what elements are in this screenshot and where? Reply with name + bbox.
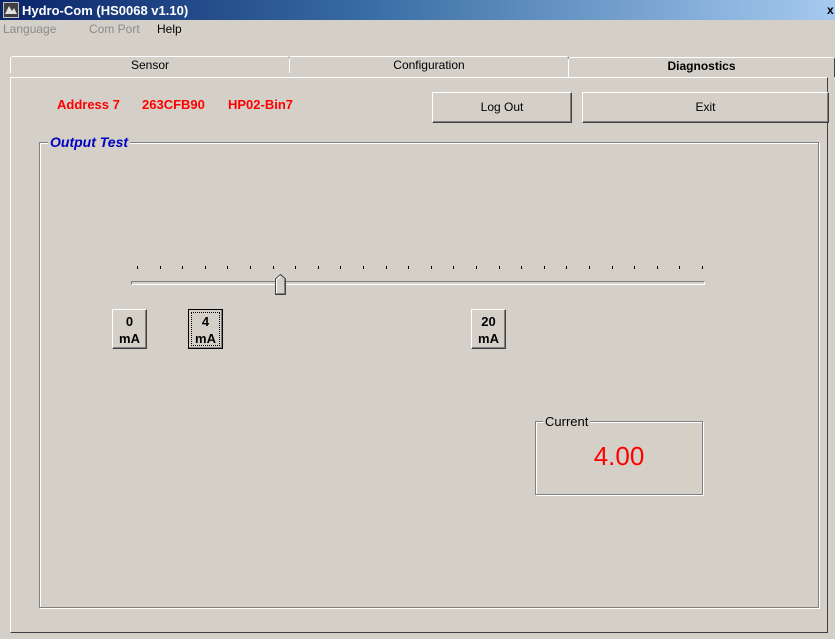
tab-configuration[interactable]: Configuration: [289, 56, 569, 73]
current-value: 4.00: [593, 441, 645, 471]
logout-button[interactable]: Log Out: [432, 92, 572, 123]
slider-tick: [634, 266, 635, 269]
slider-tick: [566, 266, 567, 269]
app-icon: [3, 2, 19, 18]
slider-ticks: [137, 266, 703, 272]
set-4ma-button[interactable]: 4 mA: [188, 309, 223, 349]
menu-help[interactable]: Help: [157, 22, 182, 36]
slider-tick: [499, 266, 500, 269]
slider-tick: [612, 266, 613, 269]
tab-diagnostics[interactable]: Diagnostics: [568, 57, 835, 77]
set-20ma-unit: mA: [478, 331, 499, 346]
slider-tick: [295, 266, 296, 269]
slider-tick: [273, 266, 274, 269]
device-name: HP02-Bin7: [228, 97, 294, 112]
exit-button[interactable]: Exit: [582, 92, 829, 123]
set-20ma-value: 20: [481, 314, 496, 329]
slider-tick: [205, 266, 206, 269]
slider-tick: [363, 266, 364, 269]
set-20ma-button[interactable]: 20 mA: [471, 309, 506, 349]
slider-tick: [589, 266, 590, 269]
output-test-title: Output Test: [48, 134, 131, 150]
slider-tick: [386, 266, 387, 269]
slider-tick: [227, 266, 228, 269]
close-icon[interactable]: x: [827, 3, 835, 17]
slider-tick: [453, 266, 454, 269]
current-label: Current: [543, 414, 591, 429]
slider-tick: [182, 266, 183, 269]
set-0ma-unit: mA: [119, 331, 140, 346]
slider-tick: [544, 266, 545, 269]
output-slider-thumb[interactable]: [275, 274, 286, 295]
output-test-group: [39, 142, 819, 608]
set-0ma-button[interactable]: 0 mA: [112, 309, 147, 349]
menu-com-port[interactable]: Com Port: [89, 22, 140, 36]
title-bar: Hydro-Com (HS0068 v1.10) x: [0, 0, 835, 20]
set-4ma-value: 4: [201, 314, 210, 329]
slider-tick: [340, 266, 341, 269]
slider-tick: [250, 266, 251, 269]
slider-tick: [476, 266, 477, 269]
device-serial: 263CFB90: [142, 97, 205, 112]
device-address: Address 7: [57, 97, 120, 112]
slider-tick: [137, 266, 138, 269]
tab-sensor[interactable]: Sensor: [10, 56, 290, 73]
slider-tick: [160, 266, 161, 269]
window-title: Hydro-Com (HS0068 v1.10): [22, 3, 189, 18]
slider-tick: [318, 266, 319, 269]
set-0ma-value: 0: [125, 314, 134, 329]
menu-language[interactable]: Language: [3, 22, 56, 36]
set-4ma-unit: mA: [195, 331, 216, 346]
menu-bar: Language Com Port Help: [0, 20, 835, 38]
slider-tick: [521, 266, 522, 269]
slider-tick: [408, 266, 409, 269]
output-slider-track[interactable]: [131, 281, 705, 285]
slider-tick: [702, 266, 703, 269]
tab-strip: Sensor Configuration Diagnostics: [0, 38, 835, 77]
slider-tick: [657, 266, 658, 269]
slider-tick: [431, 266, 432, 269]
slider-tick: [679, 266, 680, 269]
